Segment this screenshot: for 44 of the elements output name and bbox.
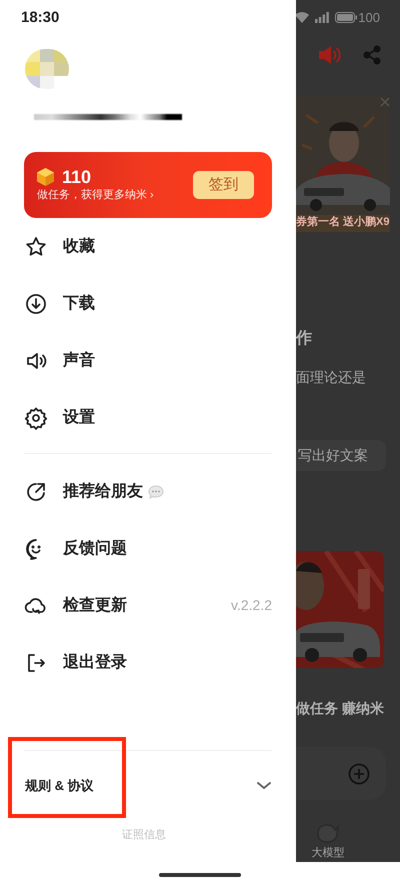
menu-label: 推荐给朋友 <box>63 482 143 502</box>
rules-label: 规则 & 协议 <box>25 777 94 796</box>
version-text: v.2.2.2 <box>231 596 272 615</box>
battery-level: 100 <box>358 8 380 27</box>
close-icon[interactable] <box>380 96 390 107</box>
tab-label: 大模型 <box>312 846 344 862</box>
share-icon[interactable] <box>362 45 382 65</box>
menu-item[interactable]: 推荐给朋友 <box>0 463 296 520</box>
menu-item[interactable]: 收藏 <box>0 218 296 275</box>
menu-item[interactable]: 设置 <box>0 389 296 446</box>
menu-label: 退出登录 <box>63 652 127 672</box>
input-bar[interactable] <box>296 747 386 800</box>
avatar-icon[interactable] <box>25 49 69 89</box>
check-in-button[interactable]: 签到 <box>193 171 254 199</box>
menu-label: 下载 <box>63 294 95 314</box>
ad-caption: 券第一名 送小鹏X9 <box>296 214 390 230</box>
question-text: 面理论还是 <box>296 368 367 388</box>
menu-item[interactable]: 退出登录 <box>0 634 296 691</box>
menu-label: 声音 <box>63 350 95 370</box>
points-count: 110 <box>62 168 92 186</box>
speaker-icon[interactable] <box>318 45 342 65</box>
menu-item[interactable]: 下载 <box>0 275 296 332</box>
menu-item[interactable]: 反馈问题 <box>0 520 296 577</box>
cube-coin-icon <box>37 168 54 186</box>
task-caption: 做任务 赚纳米 <box>296 699 385 718</box>
menu-label: 设置 <box>63 408 95 428</box>
tab-item[interactable]: 大模型 <box>296 823 360 862</box>
signal-icon <box>315 12 330 24</box>
prompt-chip[interactable]: 写出好文案 <box>296 440 386 471</box>
download-icon <box>24 292 48 316</box>
battery-icon <box>335 12 358 24</box>
settings-icon <box>24 406 48 430</box>
status-time: 18:30 <box>21 8 60 28</box>
points-card[interactable]: 110 做任务，获得更多纳米 › 签到 <box>24 152 272 218</box>
add-icon[interactable] <box>348 762 370 785</box>
menu-item[interactable]: 检查更新 v.2.2.2 <box>0 577 296 634</box>
menu-label: 检查更新 <box>63 595 127 616</box>
menu-label: 反馈问题 <box>63 538 127 558</box>
rules-row[interactable]: 规则 & 协议 <box>0 751 296 821</box>
menu-label: 收藏 <box>63 236 95 256</box>
star-icon <box>24 234 48 258</box>
points-hint: 做任务，获得更多纳米 › <box>37 188 154 202</box>
wifi-icon <box>296 12 310 24</box>
menu-item[interactable]: 声音 <box>0 332 296 389</box>
